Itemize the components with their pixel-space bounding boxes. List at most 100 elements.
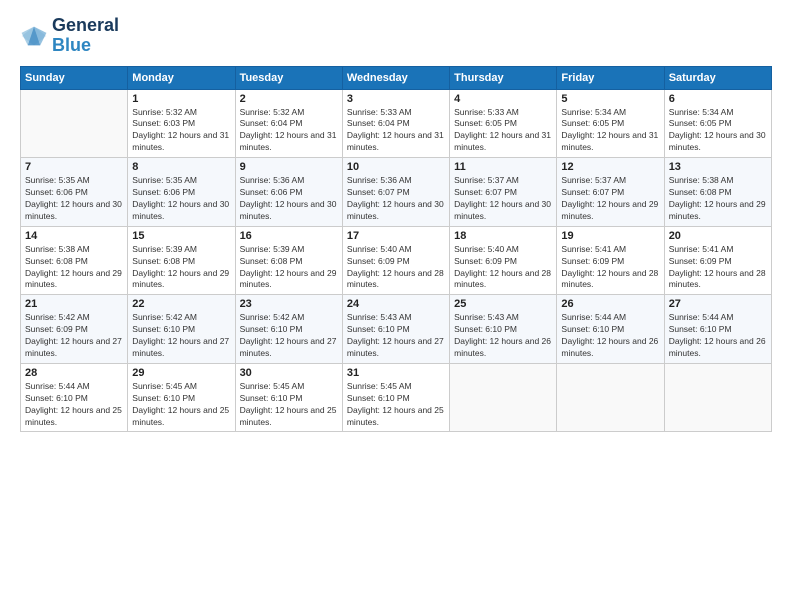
logo-line2: Blue <box>52 36 119 56</box>
calendar-cell: 18 Sunrise: 5:40 AMSunset: 6:09 PMDayligh… <box>450 226 557 295</box>
logo: GeneralBlue <box>20 16 119 56</box>
weekday-header-wednesday: Wednesday <box>342 66 449 89</box>
calendar-cell: 19Sunrise: 5:41 AMSunset: 6:09 PMDayligh… <box>557 226 664 295</box>
weekday-header-thursday: Thursday <box>450 66 557 89</box>
calendar-cell: 20 Sunrise: 5:41 AMSunset: 6:09 PMDayligh… <box>664 226 771 295</box>
calendar-cell <box>21 89 128 158</box>
calendar-cell: 28Sunrise: 5:44 AMSunset: 6:10 PMDayligh… <box>21 363 128 432</box>
weekday-header-tuesday: Tuesday <box>235 66 342 89</box>
day-info: Sunrise: 5:42 AMSunset: 6:10 PMDaylight:… <box>240 312 338 360</box>
calendar-cell: 10 Sunrise: 5:36 AMSunset: 6:07 PMDayligh… <box>342 158 449 227</box>
day-info: Sunrise: 5:44 AMSunset: 6:10 PMDaylight:… <box>669 312 767 360</box>
calendar-cell: 27 Sunrise: 5:44 AMSunset: 6:10 PMDayligh… <box>664 295 771 364</box>
day-info: Sunrise: 5:43 AMSunset: 6:10 PMDaylight:… <box>454 312 552 360</box>
calendar-cell: 26 Sunrise: 5:44 AMSunset: 6:10 PMDayligh… <box>557 295 664 364</box>
day-number: 20 <box>669 230 767 242</box>
calendar-cell: 21 Sunrise: 5:42 AMSunset: 6:09 PMDayligh… <box>21 295 128 364</box>
day-info: Sunrise: 5:42 AMSunset: 6:10 PMDaylight:… <box>132 312 230 360</box>
day-number: 19 <box>561 230 659 242</box>
day-number: 4 <box>454 93 552 105</box>
day-info: Sunrise: 5:37 AMSunset: 6:07 PMDaylight:… <box>561 175 659 223</box>
page: GeneralBlue SundayMondayTuesdayWednesday… <box>0 0 792 612</box>
calendar-cell <box>450 363 557 432</box>
week-row-5: 28Sunrise: 5:44 AMSunset: 6:10 PMDayligh… <box>21 363 772 432</box>
calendar-cell: 30 Sunrise: 5:45 AMSunset: 6:10 PMDayligh… <box>235 363 342 432</box>
day-number: 1 <box>132 93 230 105</box>
day-number: 17 <box>347 230 445 242</box>
day-info: Sunrise: 5:35 AMSunset: 6:06 PMDaylight:… <box>25 175 123 223</box>
day-number: 22 <box>132 298 230 310</box>
day-number: 30 <box>240 367 338 379</box>
day-info: Sunrise: 5:40 AMSunset: 6:09 PMDaylight:… <box>454 244 552 292</box>
header: GeneralBlue <box>20 16 772 56</box>
day-number: 16 <box>240 230 338 242</box>
day-number: 26 <box>561 298 659 310</box>
calendar-cell: 22 Sunrise: 5:42 AMSunset: 6:10 PMDayligh… <box>128 295 235 364</box>
day-number: 8 <box>132 161 230 173</box>
calendar-cell: 8 Sunrise: 5:35 AMSunset: 6:06 PMDaylight… <box>128 158 235 227</box>
calendar-cell: 5 Sunrise: 5:34 AMSunset: 6:05 PMDaylight… <box>557 89 664 158</box>
day-info: Sunrise: 5:32 AMSunset: 6:04 PMDaylight:… <box>240 107 338 155</box>
week-row-4: 21 Sunrise: 5:42 AMSunset: 6:09 PMDayligh… <box>21 295 772 364</box>
weekday-header-saturday: Saturday <box>664 66 771 89</box>
calendar-cell <box>664 363 771 432</box>
calendar-cell: 14 Sunrise: 5:38 AMSunset: 6:08 PMDayligh… <box>21 226 128 295</box>
day-info: Sunrise: 5:44 AMSunset: 6:10 PMDaylight:… <box>561 312 659 360</box>
day-info: Sunrise: 5:39 AMSunset: 6:08 PMDaylight:… <box>240 244 338 292</box>
week-row-2: 7Sunrise: 5:35 AMSunset: 6:06 PMDaylight… <box>21 158 772 227</box>
day-info: Sunrise: 5:36 AMSunset: 6:07 PMDaylight:… <box>347 175 445 223</box>
calendar-cell: 24 Sunrise: 5:43 AMSunset: 6:10 PMDayligh… <box>342 295 449 364</box>
calendar-cell: 15Sunrise: 5:39 AMSunset: 6:08 PMDayligh… <box>128 226 235 295</box>
day-info: Sunrise: 5:34 AMSunset: 6:05 PMDaylight:… <box>669 107 767 155</box>
weekday-header-friday: Friday <box>557 66 664 89</box>
day-number: 18 <box>454 230 552 242</box>
day-info: Sunrise: 5:40 AMSunset: 6:09 PMDaylight:… <box>347 244 445 292</box>
calendar-cell: 1Sunrise: 5:32 AMSunset: 6:03 PMDaylight… <box>128 89 235 158</box>
calendar-cell: 4Sunrise: 5:33 AMSunset: 6:05 PMDaylight… <box>450 89 557 158</box>
calendar-cell: 12Sunrise: 5:37 AMSunset: 6:07 PMDayligh… <box>557 158 664 227</box>
day-info: Sunrise: 5:44 AMSunset: 6:10 PMDaylight:… <box>25 381 123 429</box>
calendar-cell: 31Sunrise: 5:45 AMSunset: 6:10 PMDayligh… <box>342 363 449 432</box>
day-number: 29 <box>132 367 230 379</box>
day-info: Sunrise: 5:45 AMSunset: 6:10 PMDaylight:… <box>240 381 338 429</box>
day-info: Sunrise: 5:43 AMSunset: 6:10 PMDaylight:… <box>347 312 445 360</box>
day-info: Sunrise: 5:36 AMSunset: 6:06 PMDaylight:… <box>240 175 338 223</box>
day-info: Sunrise: 5:39 AMSunset: 6:08 PMDaylight:… <box>132 244 230 292</box>
day-number: 5 <box>561 93 659 105</box>
day-number: 14 <box>25 230 123 242</box>
day-number: 31 <box>347 367 445 379</box>
day-info: Sunrise: 5:38 AMSunset: 6:08 PMDaylight:… <box>25 244 123 292</box>
calendar-cell: 17 Sunrise: 5:40 AMSunset: 6:09 PMDayligh… <box>342 226 449 295</box>
calendar-cell: 29 Sunrise: 5:45 AMSunset: 6:10 PMDayligh… <box>128 363 235 432</box>
day-info: Sunrise: 5:35 AMSunset: 6:06 PMDaylight:… <box>132 175 230 223</box>
day-info: Sunrise: 5:42 AMSunset: 6:09 PMDaylight:… <box>25 312 123 360</box>
day-number: 3 <box>347 93 445 105</box>
day-number: 10 <box>347 161 445 173</box>
day-info: Sunrise: 5:34 AMSunset: 6:05 PMDaylight:… <box>561 107 659 155</box>
day-number: 24 <box>347 298 445 310</box>
week-row-3: 14 Sunrise: 5:38 AMSunset: 6:08 PMDayligh… <box>21 226 772 295</box>
day-info: Sunrise: 5:41 AMSunset: 6:09 PMDaylight:… <box>669 244 767 292</box>
calendar-cell: 25Sunrise: 5:43 AMSunset: 6:10 PMDayligh… <box>450 295 557 364</box>
calendar-cell: 16 Sunrise: 5:39 AMSunset: 6:08 PMDayligh… <box>235 226 342 295</box>
calendar-cell: 7Sunrise: 5:35 AMSunset: 6:06 PMDaylight… <box>21 158 128 227</box>
day-info: Sunrise: 5:45 AMSunset: 6:10 PMDaylight:… <box>132 381 230 429</box>
day-info: Sunrise: 5:38 AMSunset: 6:08 PMDaylight:… <box>669 175 767 223</box>
day-info: Sunrise: 5:37 AMSunset: 6:07 PMDaylight:… <box>454 175 552 223</box>
calendar-cell: 13Sunrise: 5:38 AMSunset: 6:08 PMDayligh… <box>664 158 771 227</box>
day-number: 9 <box>240 161 338 173</box>
calendar-cell: 6Sunrise: 5:34 AMSunset: 6:05 PMDaylight… <box>664 89 771 158</box>
weekday-header-monday: Monday <box>128 66 235 89</box>
logo-icon <box>20 25 48 47</box>
calendar-cell: 11 Sunrise: 5:37 AMSunset: 6:07 PMDayligh… <box>450 158 557 227</box>
week-row-1: 1Sunrise: 5:32 AMSunset: 6:03 PMDaylight… <box>21 89 772 158</box>
calendar-cell: 3 Sunrise: 5:33 AMSunset: 6:04 PMDaylight… <box>342 89 449 158</box>
calendar-cell <box>557 363 664 432</box>
day-number: 21 <box>25 298 123 310</box>
day-number: 27 <box>669 298 767 310</box>
day-number: 11 <box>454 161 552 173</box>
calendar-cell: 23Sunrise: 5:42 AMSunset: 6:10 PMDayligh… <box>235 295 342 364</box>
calendar-table: SundayMondayTuesdayWednesdayThursdayFrid… <box>20 66 772 433</box>
logo-line1: General <box>52 16 119 36</box>
day-info: Sunrise: 5:33 AMSunset: 6:04 PMDaylight:… <box>347 107 445 155</box>
